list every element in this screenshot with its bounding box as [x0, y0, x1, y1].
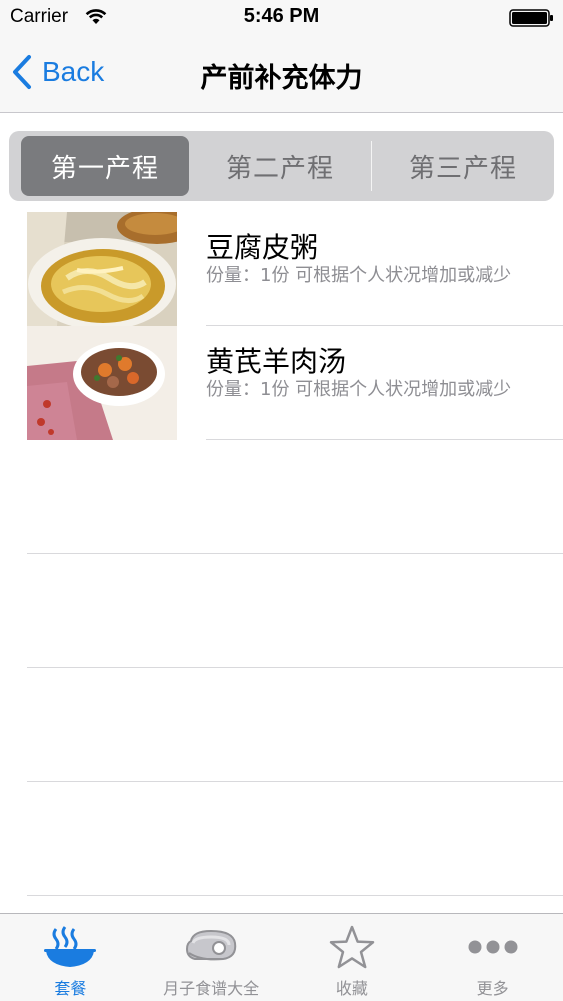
tab-meal-sets[interactable]: 套餐	[0, 914, 141, 1001]
tab-postpartum-recipes[interactable]: 月子食谱大全	[141, 914, 282, 1001]
tab-label: 月子食谱大全	[163, 979, 260, 998]
segment-stage-3[interactable]: 第三产程	[372, 135, 554, 197]
segment-container: 第一产程 第二产程 第三产程	[0, 113, 563, 213]
steaming-bowl-icon	[40, 924, 100, 970]
row-separator	[27, 781, 563, 782]
tab-label: 更多	[476, 979, 509, 998]
list-item[interactable]: 黄芪羊肉汤 份量：1份 可根据个人状况增加或减少	[0, 326, 563, 440]
stage-segmented-control: 第一产程 第二产程 第三产程	[9, 131, 554, 201]
tofu-skin-porridge-photo	[27, 212, 177, 326]
tab-label: 套餐	[54, 979, 87, 998]
recipe-list: 豆腐皮粥 份量：1份 可根据个人状况增加或减少 黄芪羊肉汤 份量：1份 可根据个…	[0, 212, 563, 896]
row-separator	[206, 439, 563, 440]
star-icon	[322, 924, 382, 970]
page-title: 产前补充体力	[200, 63, 363, 94]
status-time: 5:46 PM	[243, 5, 320, 27]
recipe-title: 黄芪羊肉汤	[206, 345, 347, 378]
recipe-description: 份量：1份 可根据个人状况增加或减少	[206, 265, 512, 286]
astragalus-mutton-soup-photo	[27, 326, 177, 440]
recipe-title: 豆腐皮粥	[206, 231, 319, 264]
row-separator	[27, 553, 563, 554]
recipe-description: 份量：1份 可根据个人状况增加或减少	[206, 379, 512, 400]
tab-favorites[interactable]: 收藏	[282, 914, 423, 1001]
row-separator	[27, 895, 563, 896]
tab-label: 收藏	[335, 979, 368, 998]
row-separator	[27, 667, 563, 668]
navigation-bar: Back 产前补充体力	[0, 36, 563, 113]
segment-stage-2[interactable]: 第二产程	[189, 135, 371, 197]
segment-stage-1[interactable]: 第一产程	[21, 136, 189, 196]
meat-icon	[181, 924, 241, 970]
status-bar: Carrier 5:46 PM	[0, 0, 563, 36]
more-dots-icon	[463, 924, 523, 970]
battery-icon	[509, 9, 553, 27]
list-item[interactable]: 豆腐皮粥 份量：1份 可根据个人状况增加或减少	[0, 212, 563, 326]
tab-bar: 套餐 月子食谱大全 收藏 更多	[0, 913, 563, 1001]
tab-more[interactable]: 更多	[422, 914, 563, 1001]
